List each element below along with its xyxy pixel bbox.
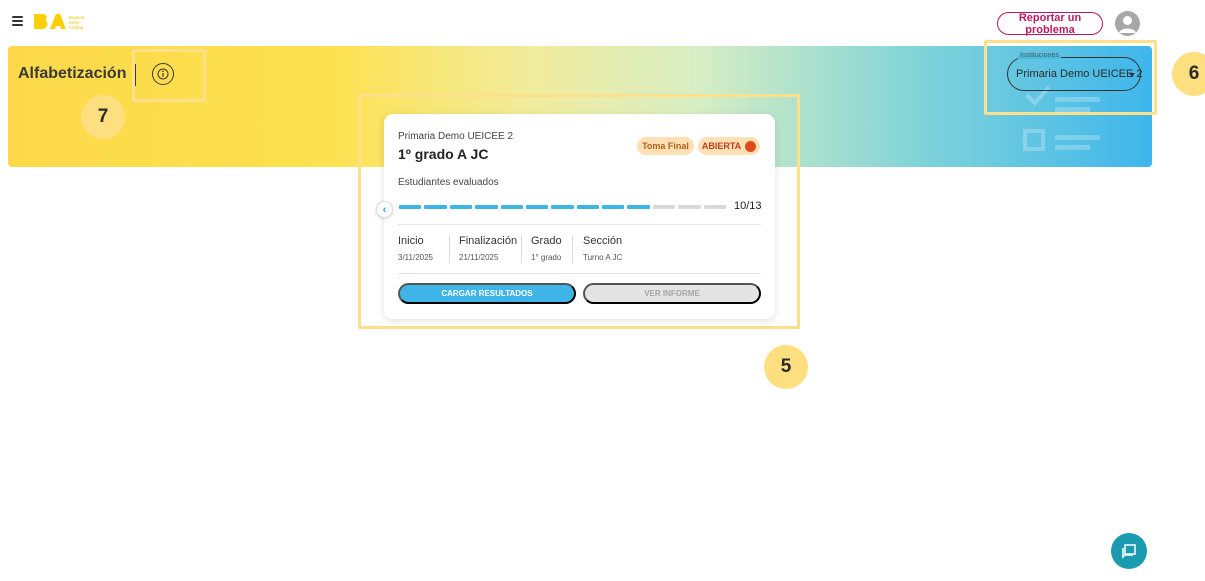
progress-segment bbox=[602, 205, 625, 209]
divider bbox=[398, 224, 761, 225]
column-section-value: Turno A JC bbox=[583, 253, 623, 262]
progress-segment bbox=[424, 205, 447, 209]
highlight-box-info bbox=[132, 49, 206, 102]
menu-icon[interactable] bbox=[12, 16, 23, 26]
divider bbox=[398, 273, 761, 274]
progress-segment bbox=[576, 205, 600, 209]
progress-segment bbox=[399, 205, 422, 209]
annotation-badge-6: 6 bbox=[1172, 52, 1205, 96]
progress-bar bbox=[399, 205, 726, 209]
column-end: Finalización 21/11/2025 bbox=[459, 235, 517, 262]
column-grade: Grado 1° grado bbox=[531, 235, 562, 262]
tag-final: Toma Final bbox=[637, 137, 694, 155]
column-start-value: 3/11/2025 bbox=[398, 253, 433, 262]
ba-logo: Buenos Aires Ciudad bbox=[34, 14, 85, 30]
column-section-header: Sección bbox=[583, 235, 623, 247]
status-badge: ABIERTA bbox=[698, 137, 760, 155]
chevron-left-icon[interactable]: ‹ bbox=[376, 201, 393, 218]
column-divider bbox=[521, 235, 522, 263]
status-badge-label: ABIERTA bbox=[701, 141, 742, 151]
progress-segment bbox=[627, 205, 650, 209]
column-start: Inicio 3/11/2025 bbox=[398, 235, 433, 262]
column-section: Sección Turno A JC bbox=[583, 235, 622, 262]
card-school-name: Primaria Demo UEICEE 2 bbox=[398, 131, 514, 142]
progress-segment bbox=[475, 205, 498, 209]
chat-button[interactable] bbox=[1111, 533, 1147, 569]
progress-segment bbox=[551, 205, 574, 209]
chat-icon bbox=[1122, 544, 1136, 559]
column-grade-header: Grado bbox=[531, 235, 562, 247]
column-grade-value: 1° grado bbox=[531, 253, 562, 262]
report-problem-button[interactable]: Reportar un problema bbox=[997, 12, 1103, 36]
avatar[interactable] bbox=[1115, 11, 1140, 36]
progress-segment bbox=[678, 205, 701, 209]
progress-segment bbox=[652, 205, 676, 209]
progress-segment bbox=[525, 205, 549, 209]
column-end-header: Finalización bbox=[459, 235, 518, 247]
progress-segment bbox=[500, 205, 523, 209]
user-icon bbox=[1119, 16, 1136, 33]
evaluation-card: Primaria Demo UEICEE 2 1º grado A JC Tom… bbox=[376, 114, 775, 319]
progress-segment bbox=[703, 205, 726, 209]
column-start-header: Inicio bbox=[398, 235, 424, 247]
highlight-box-institution bbox=[984, 40, 1157, 115]
column-divider bbox=[449, 235, 450, 263]
column-divider bbox=[572, 235, 573, 263]
svg-text:Ciudad: Ciudad bbox=[69, 25, 84, 30]
annotation-badge-5: 5 bbox=[764, 345, 808, 389]
progress-segment bbox=[449, 205, 473, 209]
view-report-button[interactable]: VER INFORME bbox=[583, 283, 761, 304]
page-title: Alfabetización bbox=[18, 65, 127, 82]
load-results-button[interactable]: CARGAR RESULTADOS bbox=[398, 283, 576, 304]
clock-icon bbox=[745, 140, 757, 152]
annotation-badge-7: 7 bbox=[81, 95, 125, 139]
progress-count: 10/13 bbox=[734, 200, 762, 212]
evaluated-label: Estudiantes evaluados bbox=[398, 177, 499, 188]
card-grade-title: 1º grado A JC bbox=[398, 146, 489, 162]
column-end-value: 21/11/2025 bbox=[459, 253, 499, 262]
